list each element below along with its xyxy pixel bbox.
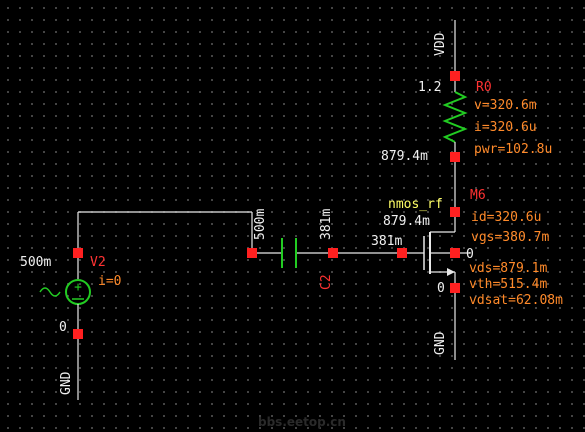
v2-annotation-i: i=0 xyxy=(98,274,121,289)
m6-model: nmos_rf xyxy=(388,197,443,212)
watermark: bbs.eetop.cn xyxy=(258,415,346,429)
r0-top-voltage: 1.2 xyxy=(418,80,441,95)
pin-r0-top[interactable] xyxy=(450,71,460,81)
m6-source-voltage: 0 xyxy=(437,281,445,296)
m6-annotation-id: id=320.6u xyxy=(471,210,541,225)
m6-annotation-vgs: vgs=380.7m xyxy=(471,230,549,245)
c2-right-voltage: 381m xyxy=(319,209,334,240)
pin-c2-right[interactable] xyxy=(328,248,338,258)
m6-annotation-vth: vth=515.4m xyxy=(469,277,547,292)
pin-m6-source[interactable] xyxy=(450,283,460,293)
gnd-label-transistor: GND xyxy=(433,331,448,355)
m6-drain-voltage: 879.4m xyxy=(383,214,430,229)
r0-annotation-i: i=320.6u xyxy=(474,120,537,135)
r0-bottom-voltage: 879.4m xyxy=(381,149,428,164)
ac-sine-icon xyxy=(39,287,61,297)
schematic-canvas[interactable]: + VDD 1.2 R0 v=320.6m i=320.6u pwr=102.8… xyxy=(0,0,585,432)
source-arrow-icon xyxy=(447,268,455,276)
pin-m6-gate[interactable] xyxy=(397,248,407,258)
c2-left-voltage: 500m xyxy=(253,209,268,240)
source-plus-icon: + xyxy=(74,280,82,295)
pin-m6-drain[interactable] xyxy=(450,207,460,217)
r0-name: R0 xyxy=(476,80,492,95)
v2-bottom-voltage: 0 xyxy=(59,320,67,335)
c2-name: C2 xyxy=(319,274,334,290)
r0-annotation-v: v=320.6m xyxy=(474,98,537,113)
v2-top-voltage: 500m xyxy=(20,255,51,270)
gnd-label-source: GND xyxy=(59,371,74,395)
resistor-r0[interactable] xyxy=(442,76,468,157)
schematic-drawing[interactable]: + VDD 1.2 R0 v=320.6m i=320.6u pwr=102.8… xyxy=(0,0,585,432)
capacitor-c2[interactable] xyxy=(281,238,297,268)
r0-annotation-pwr: pwr=102.8u xyxy=(474,142,552,157)
m6-gate-voltage: 381m xyxy=(371,234,402,249)
vdd-label: VDD xyxy=(433,32,448,56)
resistor-zigzag xyxy=(442,91,468,143)
v2-name: V2 xyxy=(90,255,106,270)
m6-annotation-vds: vds=879.1m xyxy=(469,261,547,276)
m6-annotation-vdsat: vdsat=62.08m xyxy=(469,293,563,308)
m6-name: M6 xyxy=(470,188,486,203)
pin-r0-bottom[interactable] xyxy=(450,152,460,162)
pin-m6-body[interactable] xyxy=(450,248,460,258)
pin-v2-top[interactable] xyxy=(73,248,83,258)
pin-v2-bottom[interactable] xyxy=(73,329,83,339)
pin-c2-left[interactable] xyxy=(247,248,257,258)
m6-body-voltage: 0 xyxy=(466,247,474,262)
